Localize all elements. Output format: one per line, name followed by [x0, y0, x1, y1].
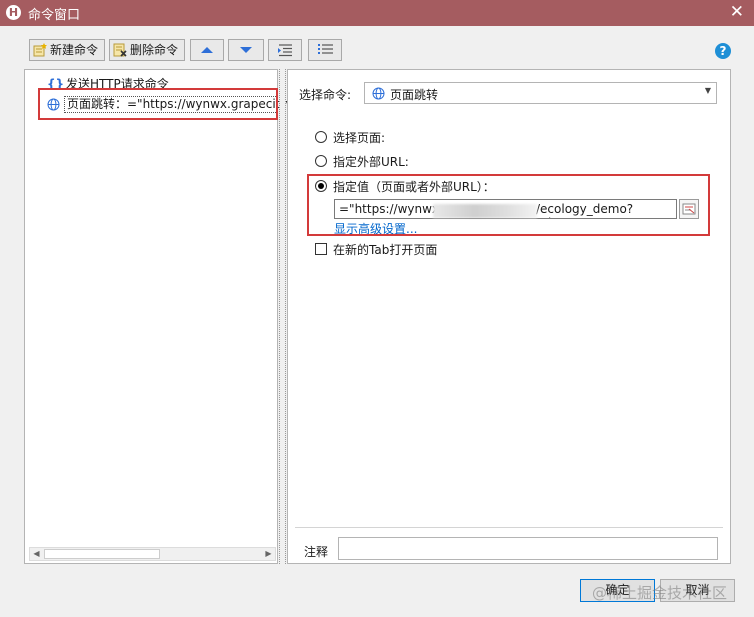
highlight-box-url	[307, 174, 710, 236]
new-command-button[interactable]: 新建命令	[29, 39, 105, 61]
move-down-button[interactable]	[228, 39, 264, 61]
watermark: @稀土掘金技术社区	[592, 584, 728, 602]
close-icon[interactable]: ✕	[730, 2, 744, 22]
note-label: 注释	[304, 545, 329, 559]
command-tree: {} 发送HTTP请求命令 页面跳转：="https://wynwx.grape…	[24, 69, 291, 564]
open-new-tab-label: 在新的Tab打开页面	[333, 243, 438, 257]
horizontal-scrollbar[interactable]: ◀ ▶	[29, 547, 276, 561]
radio-select-page[interactable]	[315, 131, 327, 143]
globe-icon	[372, 87, 385, 100]
note-input[interactable]	[338, 537, 718, 560]
open-new-tab-checkbox[interactable]	[315, 243, 327, 255]
radio-external-url-label: 指定外部URL:	[333, 155, 409, 169]
command-select[interactable]: 页面跳转 ▼	[364, 82, 717, 104]
delete-command-button[interactable]: 删除命令	[109, 39, 185, 61]
help-icon[interactable]: ?	[715, 43, 731, 59]
delete-command-label: 删除命令	[130, 43, 179, 57]
indent-icon	[278, 44, 292, 57]
title-bar: H 命令窗口 ✕	[0, 0, 754, 26]
new-command-label: 新建命令	[50, 43, 99, 57]
scroll-right-icon[interactable]: ▶	[262, 548, 275, 560]
indent-button[interactable]	[268, 39, 302, 61]
highlight-box-tree	[38, 88, 278, 120]
divider	[295, 527, 723, 528]
outdent-button[interactable]	[308, 39, 342, 61]
command-select-value: 页面跳转	[390, 88, 439, 102]
scroll-left-icon[interactable]: ◀	[30, 548, 43, 560]
chevron-down-icon: ▼	[704, 86, 711, 95]
new-command-icon	[33, 43, 47, 57]
delete-command-icon	[113, 43, 127, 57]
app-icon: H	[6, 5, 21, 20]
pane-splitter[interactable]	[279, 69, 286, 564]
outdent-icon	[318, 44, 333, 54]
radio-external-url[interactable]	[315, 155, 327, 167]
arrow-down-icon	[240, 47, 252, 53]
window-title: 命令窗口	[28, 8, 81, 23]
select-command-label: 选择命令:	[299, 88, 352, 102]
scroll-thumb[interactable]	[44, 549, 160, 559]
arrow-up-icon	[201, 47, 213, 53]
move-up-button[interactable]	[190, 39, 224, 61]
radio-select-page-label: 选择页面:	[333, 131, 386, 145]
